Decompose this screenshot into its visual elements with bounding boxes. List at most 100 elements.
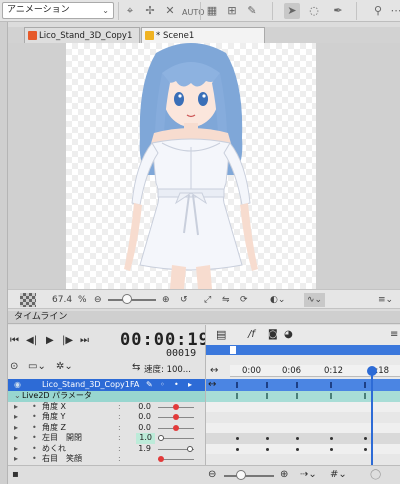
param-slider-knob[interactable] (173, 403, 179, 410)
curve-mode-icon[interactable]: ∿⌄ (304, 293, 326, 307)
sparkle-icon[interactable]: ✲⌄ (56, 361, 73, 373)
param-row[interactable]: ▸ • 右目 笑顔 : (8, 454, 205, 465)
function-icon[interactable]: /f (248, 329, 255, 341)
param-row[interactable]: ▸ • 角度 X : 0.0 (8, 402, 205, 413)
camera-icon[interactable]: ◙ (268, 329, 278, 341)
tab-model[interactable]: Lico_Stand_3D_Copy1 (24, 27, 140, 43)
param-row[interactable]: ▸ • 左目 開閉 : 1.0 (8, 433, 205, 444)
mesh-grid-icon[interactable]: ▦ (204, 3, 220, 19)
keyframe-marker[interactable] (266, 382, 268, 388)
keyframe-dot[interactable] (236, 447, 239, 451)
flip-view-icon[interactable]: ⇋ (222, 293, 230, 307)
onion-skin-icon[interactable]: ◕ (284, 329, 293, 341)
param-row[interactable]: ▸ • 角度 Z : 0.0 (8, 423, 205, 434)
mesh-edit-icon[interactable]: ⊞ (224, 3, 240, 19)
playhead-handle[interactable] (367, 366, 377, 376)
pen-icon[interactable]: ✒ (330, 3, 346, 19)
keyframe-table-icon[interactable]: ▤ (216, 329, 226, 341)
visibility-icon[interactable]: ◉ (14, 379, 21, 391)
keyframe-marker[interactable] (330, 382, 332, 388)
mode-select[interactable]: アニメーション ⌄ (2, 2, 114, 19)
group-row[interactable]: ⌄ Live2D パラメータ (8, 391, 205, 402)
play-icon[interactable]: ▶ (46, 335, 54, 347)
expand-track-icon[interactable]: ↔ (208, 379, 216, 391)
keyframe-marker[interactable] (364, 382, 366, 388)
object-row[interactable]: ◉ Lico_Stand_3D_Copy1 FA ✎ ◦ • ▸ (8, 379, 205, 391)
expand-icon[interactable]: ▸ (14, 402, 18, 413)
step-back-icon[interactable]: ◀| (26, 335, 37, 347)
keyframe-marker[interactable] (330, 393, 332, 399)
record-icon[interactable]: ▭⌄ (28, 361, 46, 373)
select-arrow-icon[interactable]: ➤ (284, 3, 300, 19)
trash-icon[interactable]: ▪ (12, 469, 19, 481)
brush-icon[interactable]: ✎ (244, 3, 260, 19)
keyframe-dot[interactable] (364, 437, 367, 440)
view-menu-icon[interactable]: ≡⌄ (378, 293, 393, 307)
keyframe-marker[interactable] (296, 382, 298, 388)
keyframe-dot[interactable] (330, 437, 333, 440)
expand-icon[interactable]: ▸ (14, 412, 18, 423)
timeline-zoom-slider[interactable] (224, 475, 274, 477)
keyframe-marker[interactable] (296, 393, 298, 399)
zoom-in-icon[interactable]: ⊕ (162, 293, 170, 307)
param-slider-knob[interactable] (158, 435, 164, 441)
keyframe-dot[interactable] (266, 437, 269, 440)
expand-timeline-icon[interactable]: ↔ (210, 365, 218, 377)
zoom-slider-knob[interactable] (122, 294, 132, 304)
param-value[interactable]: 0.0 (138, 412, 151, 423)
expand-icon[interactable]: ▸ (14, 454, 18, 465)
expand-icon[interactable]: ▸ (14, 423, 18, 434)
arrow-tool-icon[interactable]: ✕ (162, 3, 178, 19)
transparency-toggle-icon[interactable] (20, 293, 36, 307)
lock-icon[interactable]: ▸ (188, 379, 192, 391)
tab-scene[interactable]: * Scene1 (141, 27, 265, 43)
deformer-tool-icon[interactable]: ⌖ (122, 3, 138, 19)
zoom-out-icon[interactable]: ⊖ (94, 293, 102, 307)
eye-icon[interactable]: ◦ (160, 379, 165, 391)
more-icon[interactable]: ⋯ (388, 3, 400, 19)
param-value[interactable]: 1.9 (138, 444, 151, 455)
go-to-end-icon[interactable]: ⏭ (80, 335, 89, 347)
step-forward-icon[interactable]: |▶ (62, 335, 73, 347)
reset-zoom-icon[interactable]: ↺ (180, 293, 188, 307)
work-area-handle[interactable] (230, 346, 236, 354)
playhead[interactable] (371, 371, 373, 465)
pin-tool-icon[interactable]: ✢ (142, 3, 158, 19)
display-mode-icon[interactable]: ◐⌄ (270, 293, 285, 307)
keyframe-marker[interactable] (236, 382, 238, 388)
grid-icon[interactable]: #⌄ (330, 469, 347, 481)
loop-icon[interactable]: ⊙ (10, 361, 18, 373)
param-row[interactable]: ▸ • 角度 Y : 0.0 (8, 412, 205, 423)
edit-icon[interactable]: ✎ (146, 379, 153, 391)
keyframe-dot[interactable] (296, 447, 299, 451)
zoom-in-icon[interactable]: ⊕ (280, 469, 288, 481)
param-value[interactable]: 1.0 (136, 433, 155, 444)
param-slider-knob[interactable] (173, 424, 179, 431)
expand-icon[interactable]: ▸ (14, 433, 18, 444)
keyframe-dot[interactable] (330, 447, 333, 451)
param-value[interactable]: 0.0 (138, 402, 151, 413)
zoom-slider[interactable] (108, 299, 156, 301)
keyframe-marker[interactable] (266, 393, 268, 399)
go-to-start-icon[interactable]: ⏮ (10, 335, 19, 347)
param-slider-knob[interactable] (173, 414, 179, 420)
snap-icon[interactable]: ⇢⌄ (300, 469, 317, 481)
lasso-icon[interactable]: ◌ (306, 3, 322, 19)
param-slider-knob[interactable] (158, 456, 164, 462)
rotate-view-icon[interactable]: ⟳ (240, 293, 248, 307)
zoom-out-icon[interactable]: ⊖ (208, 469, 216, 481)
param-slider-knob[interactable] (186, 445, 193, 452)
panel-menu-icon[interactable]: ≡ (390, 329, 398, 341)
fit-view-icon[interactable]: ⤢ (204, 293, 211, 307)
keyframe-dot[interactable] (266, 447, 269, 451)
pin-icon[interactable]: ⚲ (370, 3, 386, 19)
keyframe-dot-icon[interactable]: • (174, 379, 179, 391)
keyframe-dot[interactable] (364, 447, 367, 451)
speed-field[interactable]: 速度: 100... (144, 363, 191, 375)
expand-icon[interactable]: ▸ (14, 444, 18, 455)
canvas[interactable] (66, 43, 316, 289)
param-value[interactable]: 0.0 (138, 423, 151, 434)
param-row[interactable]: ▸ • めくれ : 1.9 (8, 444, 205, 455)
keyframe-marker[interactable] (364, 393, 366, 399)
keyframe-dot[interactable] (236, 437, 239, 440)
